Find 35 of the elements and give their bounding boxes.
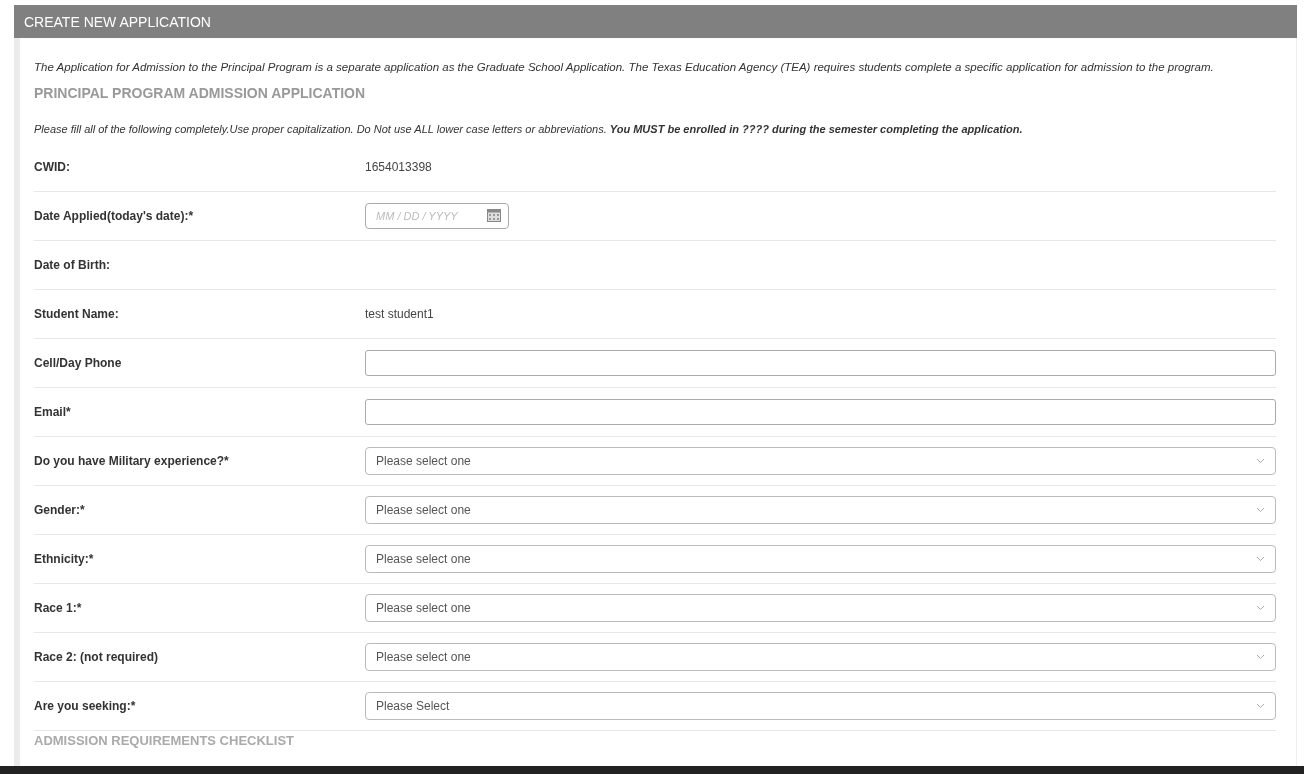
select-field[interactable]: Please select one bbox=[365, 594, 1276, 622]
intro-text: The Application for Admission to the Principal Program is a separate application as the Graduate School Application. The Texas Education Agency (TEA) requires students complete a specific application for admission to the program. bbox=[34, 60, 1215, 75]
field-label: Race 2: (not required) bbox=[34, 650, 160, 664]
chevron-down-icon bbox=[1256, 654, 1265, 660]
select-field[interactable]: Please select one bbox=[365, 496, 1276, 524]
page-header: CREATE NEW APPLICATION bbox=[14, 5, 1297, 38]
section-title: ADMISSION REQUIREMENTS CHECKLIST bbox=[34, 733, 295, 748]
section-title: PRINCIPAL PROGRAM ADMISSION APPLICATION bbox=[34, 85, 367, 101]
select-field[interactable]: Please select one bbox=[365, 545, 1276, 573]
field-label: Student Name: bbox=[34, 307, 120, 321]
input-field[interactable] bbox=[365, 350, 1276, 376]
field-label: Cell/Day Phone bbox=[34, 356, 123, 370]
field-label: Date of Birth: bbox=[34, 258, 111, 272]
field-label: Gender:* bbox=[34, 503, 86, 517]
instructions-text: Please fill all of the following completely.Use proper capitalization. Do Not use ALL lower case letters or abbreviations. You MUST be enrolled in ???? during the semester completing the application. bbox=[34, 123, 1024, 135]
field-label: Do you have Military experience?* bbox=[34, 454, 230, 468]
field-label: Email* bbox=[34, 405, 72, 419]
field-label: Ethnicity:* bbox=[34, 552, 95, 566]
field-value: test student1 bbox=[365, 307, 434, 321]
select-field[interactable]: Please select one bbox=[365, 447, 1276, 475]
input-field[interactable] bbox=[365, 399, 1276, 425]
chevron-down-icon bbox=[1256, 556, 1265, 562]
field-label: Are you seeking:* bbox=[34, 699, 137, 713]
field-value: 1654013398 bbox=[365, 160, 432, 174]
date-field[interactable]: MM / DD / YYYY bbox=[365, 203, 509, 229]
select-field[interactable]: Please select one bbox=[365, 643, 1276, 671]
chevron-down-icon bbox=[1256, 605, 1265, 611]
chevron-down-icon bbox=[1256, 507, 1265, 513]
field-label: CWID: bbox=[34, 160, 71, 174]
calendar-icon bbox=[487, 209, 501, 222]
field-label: Race 1:* bbox=[34, 601, 83, 615]
select-field[interactable]: Please Select bbox=[365, 692, 1276, 720]
chevron-down-icon bbox=[1256, 458, 1265, 464]
chevron-down-icon bbox=[1256, 703, 1265, 709]
field-label: Date Applied(today's date):* bbox=[34, 209, 195, 223]
